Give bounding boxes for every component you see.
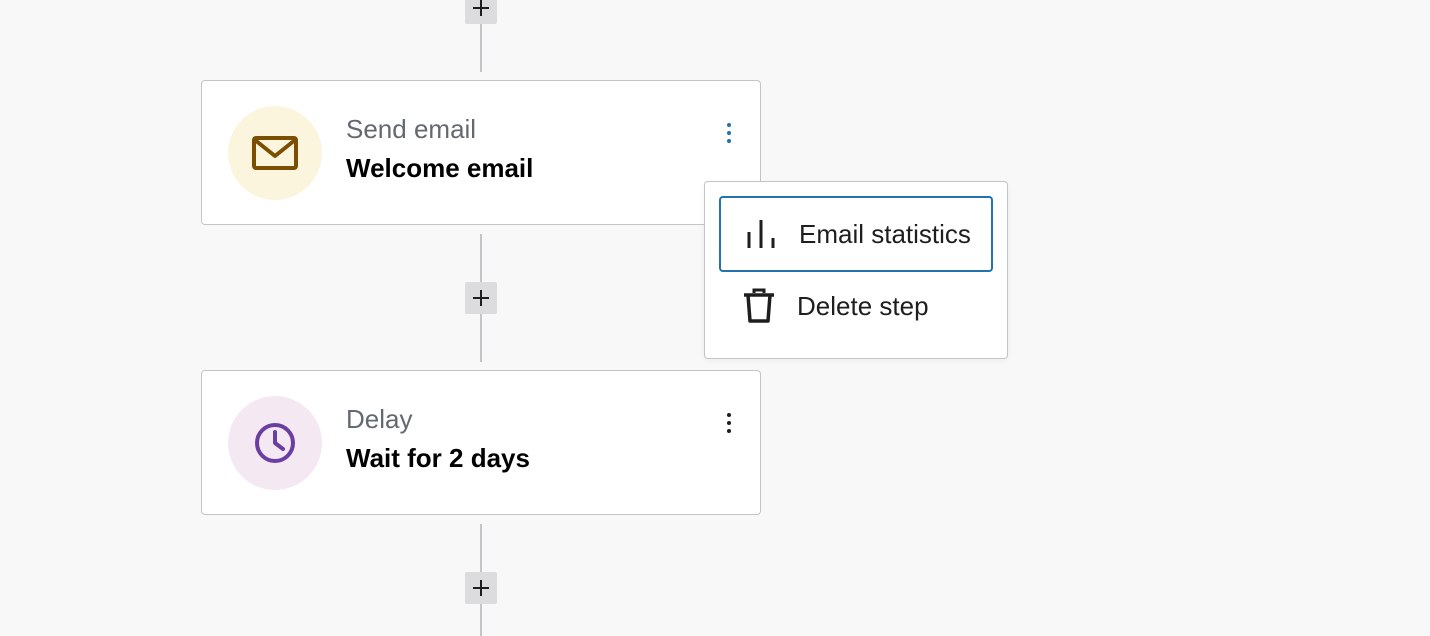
- menu-item-label: Email statistics: [799, 218, 971, 249]
- menu-item-delete-step[interactable]: Delete step: [719, 268, 993, 344]
- add-step-button[interactable]: [465, 572, 497, 604]
- kebab-dot: [727, 139, 731, 143]
- step-icon-container: [228, 396, 322, 490]
- trash-icon: [739, 286, 779, 326]
- kebab-dot: [727, 429, 731, 433]
- plus-icon: [473, 290, 489, 306]
- more-options-button[interactable]: [714, 115, 744, 151]
- kebab-dot: [727, 131, 731, 135]
- plus-icon: [473, 0, 489, 16]
- step-type: Send email: [346, 114, 477, 144]
- kebab-dot: [727, 413, 731, 417]
- kebab-dot: [727, 421, 731, 425]
- more-options-button[interactable]: [714, 405, 744, 441]
- clock-icon: [255, 423, 295, 463]
- add-step-button[interactable]: [465, 0, 497, 24]
- plus-icon: [473, 580, 489, 596]
- step-type: Delay: [346, 404, 413, 434]
- step-icon-container: [228, 106, 322, 200]
- bar-chart-icon: [741, 214, 781, 254]
- envelope-icon: [252, 136, 298, 170]
- step-name: Wait for 2 days: [346, 443, 530, 473]
- kebab-dot: [727, 123, 731, 127]
- menu-item-email-statistics[interactable]: Email statistics: [719, 196, 993, 272]
- add-step-button[interactable]: [465, 282, 497, 314]
- step-options-menu: Email statistics Delete step: [704, 181, 1008, 359]
- step-name: Welcome email: [346, 153, 534, 183]
- step-card-delay[interactable]: Delay Wait for 2 days: [201, 370, 761, 515]
- step-card-send-email[interactable]: Send email Welcome email: [201, 80, 761, 225]
- menu-item-label: Delete step: [797, 290, 929, 321]
